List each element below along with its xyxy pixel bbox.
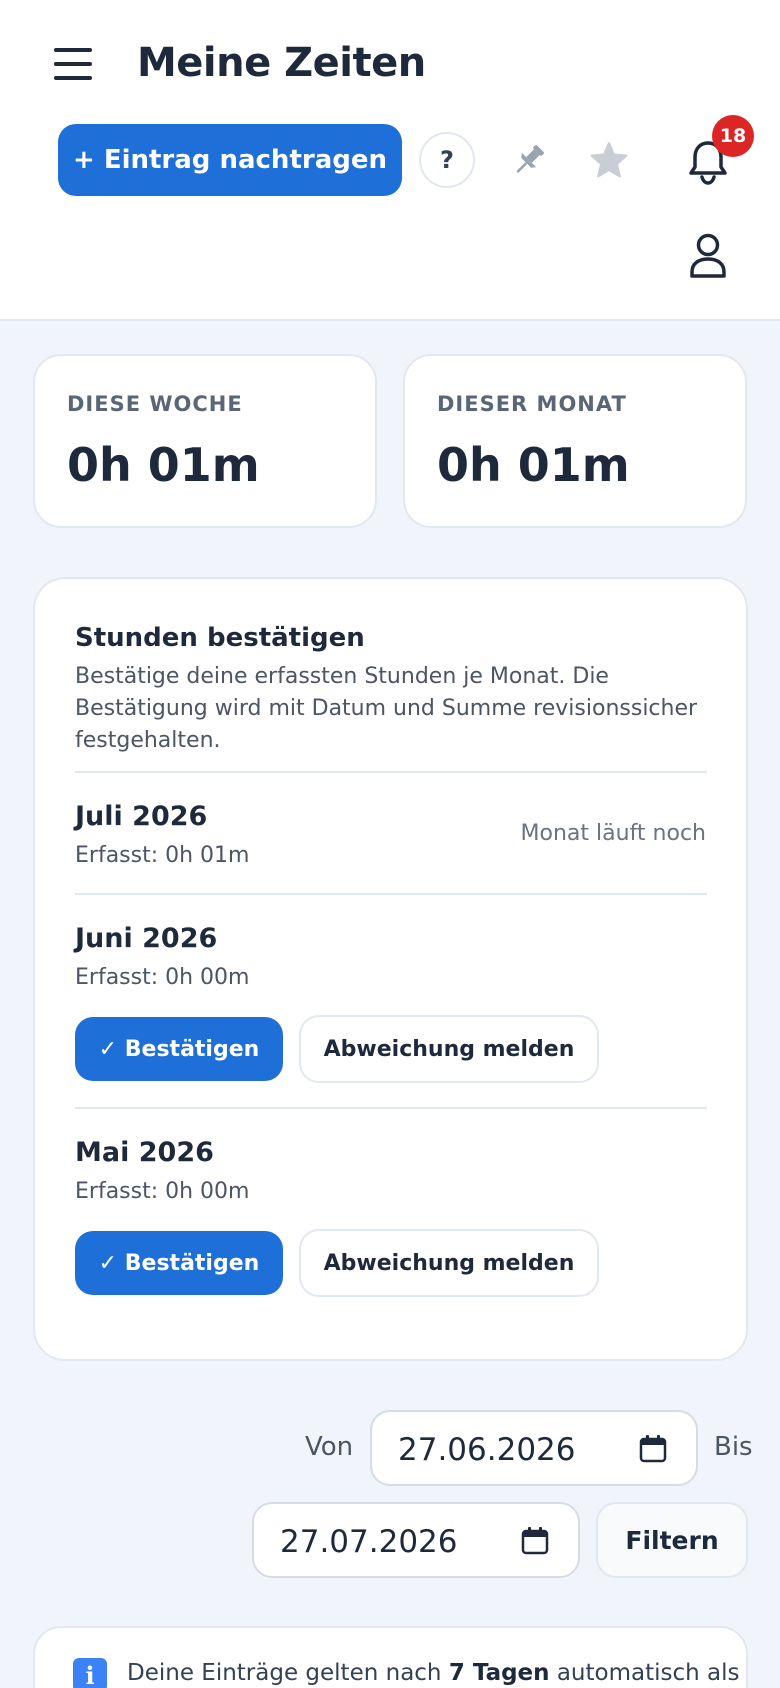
page-title: Meine Zeiten (137, 40, 426, 86)
to-date-input[interactable]: 27.07.2026 (252, 1502, 580, 1578)
from-date-input[interactable]: 27.06.2026 (370, 1410, 698, 1486)
info-box: i Deine Einträge gelten nach 7 Tagen aut… (33, 1626, 748, 1688)
month-total: Erfasst: 0h 01m (75, 843, 250, 868)
stat-card-month: DIESER MONAT 0h 01m (403, 354, 747, 528)
calendar-icon[interactable] (638, 1434, 668, 1468)
menu-icon[interactable] (54, 48, 92, 80)
stat-value: 0h 01m (67, 438, 260, 492)
star-icon[interactable] (585, 136, 633, 184)
app-header: Meine Zeiten + Eintrag nachtragen ? 18 (0, 0, 780, 321)
to-date-value: 27.07.2026 (280, 1524, 458, 1560)
divider (75, 771, 707, 773)
report-discrepancy-button[interactable]: Abweichung melden (299, 1015, 599, 1083)
info-text: Deine Einträge gelten nach 7 Tagen autom… (127, 1660, 740, 1686)
confirm-hours-card: Stunden bestätigen Bestätige deine erfas… (33, 577, 748, 1361)
report-discrepancy-button[interactable]: Abweichung melden (299, 1229, 599, 1297)
to-label: Bis (714, 1432, 753, 1462)
section-title: Stunden bestätigen (75, 623, 365, 653)
month-total: Erfasst: 0h 00m (75, 1179, 250, 1204)
confirm-month-button[interactable]: ✓ Bestätigen (75, 1017, 283, 1081)
month-status: Monat läuft noch (520, 821, 706, 846)
stat-label: DIESE WOCHE (67, 392, 243, 416)
help-button[interactable]: ? (419, 132, 475, 188)
stat-value: 0h 01m (437, 438, 630, 492)
calendar-icon[interactable] (520, 1526, 550, 1560)
from-label: Von (305, 1432, 354, 1462)
filter-button[interactable]: Filtern (596, 1502, 748, 1578)
stat-label: DIESER MONAT (437, 392, 627, 416)
from-date-value: 27.06.2026 (398, 1432, 576, 1468)
info-icon: i (73, 1658, 107, 1688)
section-description: Bestätige deine erfassten Stunden je Mon… (75, 664, 698, 753)
notification-badge: 18 (712, 115, 754, 157)
month-name: Juni 2026 (75, 923, 218, 954)
month-name: Mai 2026 (75, 1137, 214, 1168)
user-icon[interactable] (684, 230, 732, 282)
month-total: Erfasst: 0h 00m (75, 965, 250, 990)
month-name: Juli 2026 (75, 801, 208, 832)
add-entry-button[interactable]: + Eintrag nachtragen (58, 124, 402, 196)
divider (75, 893, 707, 895)
pin-icon[interactable] (505, 136, 553, 184)
divider (75, 1107, 707, 1109)
stat-card-week: DIESE WOCHE 0h 01m (33, 354, 377, 528)
confirm-month-button[interactable]: ✓ Bestätigen (75, 1231, 283, 1295)
